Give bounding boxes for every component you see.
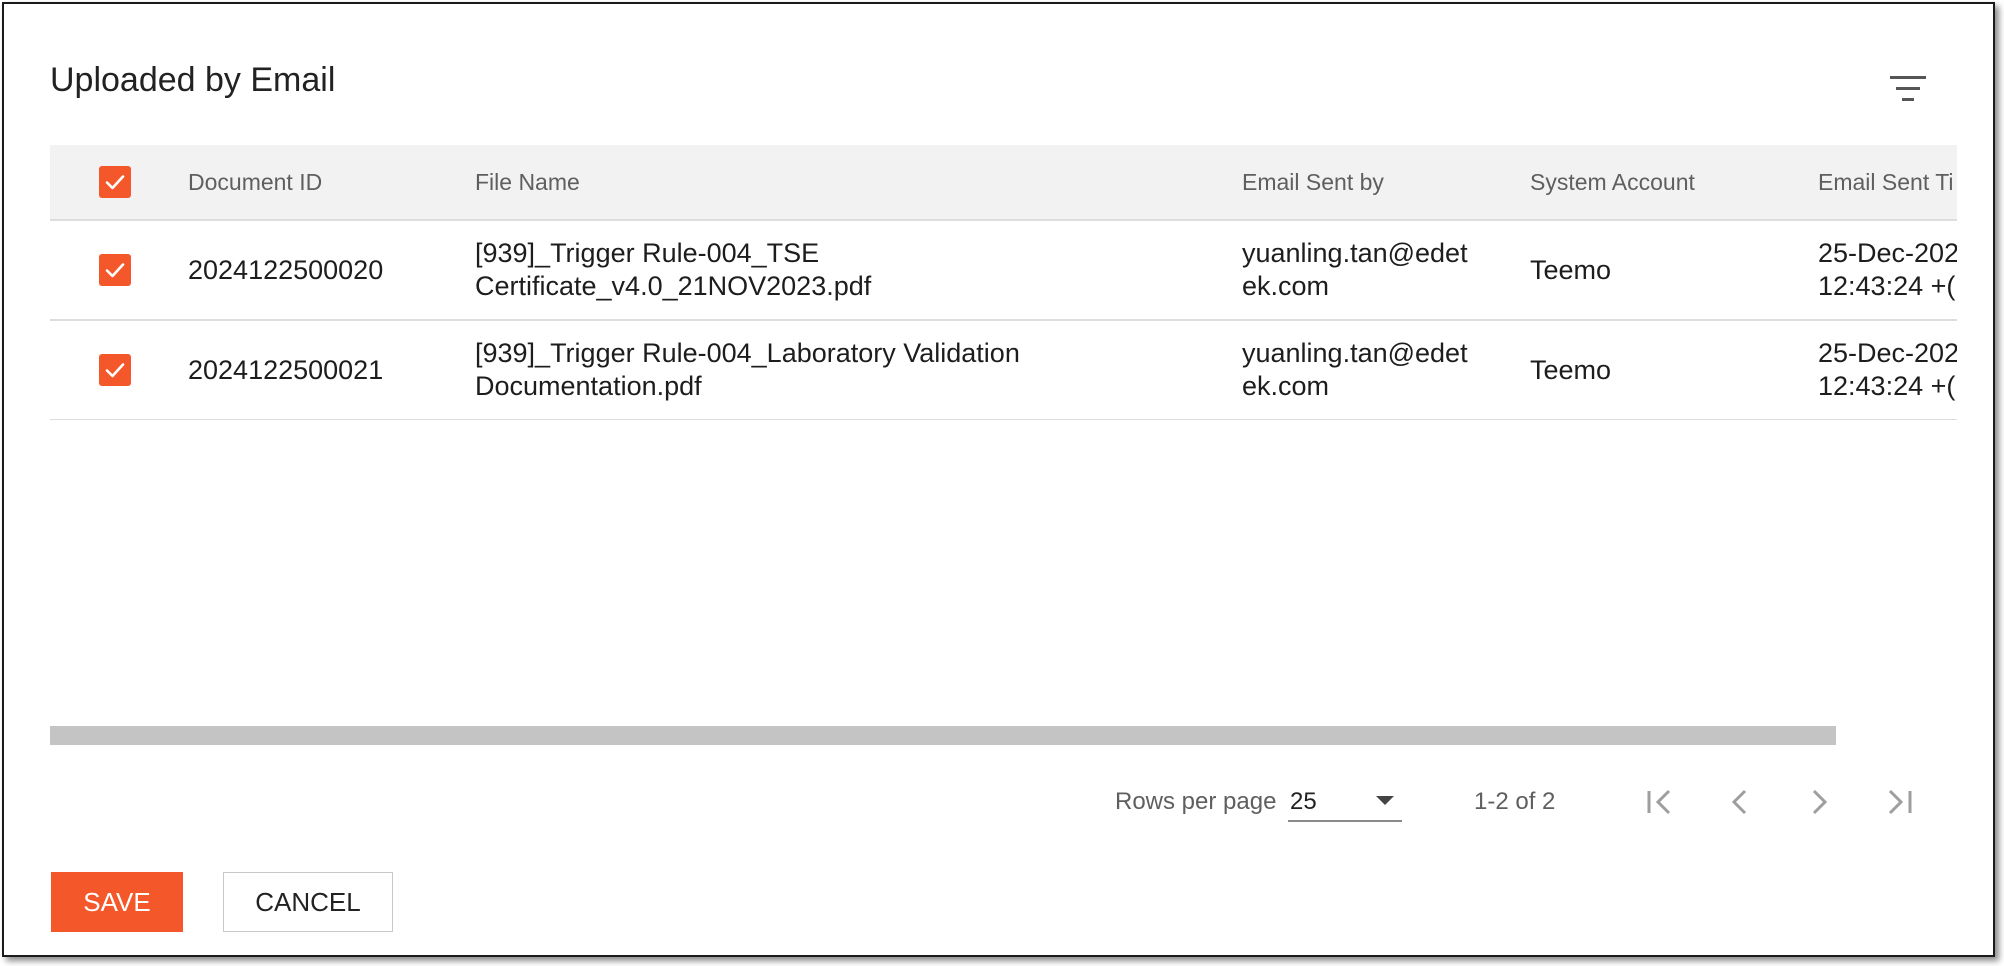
row-checkbox[interactable] [99, 354, 131, 386]
last-page-icon [1888, 789, 1912, 815]
file-name-text: [939]_Trigger Rule-004_TSE Certificate_v… [475, 238, 872, 301]
rows-per-page-label: Rows per page [1115, 788, 1277, 815]
first-page-button[interactable] [1642, 784, 1678, 820]
column-header-document-id[interactable]: Document ID [188, 145, 468, 219]
rows-per-page-value: 25 [1290, 788, 1317, 815]
chevron-right-icon [1812, 789, 1828, 815]
last-page-button[interactable] [1881, 784, 1917, 820]
email-sent-by-cell: yuanling.tan@edetek.com [1242, 338, 1468, 401]
previous-page-button[interactable] [1722, 784, 1758, 820]
save-button[interactable]: SAVE [51, 872, 183, 932]
table-header-row: Document ID File Name Email Sent by Syst… [50, 145, 1957, 221]
system-account-cell: Teemo [1530, 254, 1612, 285]
documents-table: Document ID File Name Email Sent by Syst… [50, 145, 1957, 420]
email-sent-time-cell: 25-Dec-202 12:43:24 +( [1818, 338, 1957, 401]
document-id-cell: 2024122500021 [188, 354, 384, 385]
pagination-bar: Rows per page 25 1-2 of 2 [4, 774, 1993, 830]
check-icon [105, 363, 125, 378]
select-all-checkbox[interactable] [99, 166, 131, 198]
dialog-title: Uploaded by Email [50, 61, 336, 99]
file-name-text: [939]_Trigger Rule-004_Laboratory Valida… [475, 338, 1020, 401]
chevron-left-icon [1731, 789, 1747, 815]
email-sent-time-cell: 25-Dec-202 12:43:24 +( [1818, 238, 1957, 301]
table-row[interactable]: 2024122500020 [939]_Trigger Rule-004_TSE… [50, 221, 1957, 321]
uploaded-by-email-dialog: Uploaded by Email Document ID File Name … [2, 2, 1995, 957]
check-icon [105, 263, 125, 278]
email-sent-by-cell: yuanling.tan@edetek.com [1242, 238, 1468, 301]
row-checkbox[interactable] [99, 254, 131, 286]
system-account-cell: Teemo [1530, 354, 1612, 385]
rows-per-page-select[interactable]: 25 [1288, 780, 1402, 822]
file-name-cell: [939]_Trigger Rule-004_Laboratory Valida… [475, 321, 1215, 419]
cancel-button[interactable]: CANCEL [223, 872, 393, 932]
filter-button[interactable] [1884, 70, 1932, 114]
column-header-system-account[interactable]: System Account [1530, 145, 1770, 219]
column-header-email-sent-by[interactable]: Email Sent by [1242, 145, 1482, 219]
file-name-cell: [939]_Trigger Rule-004_TSE Certificate_v… [475, 221, 1215, 319]
document-id-cell: 2024122500020 [188, 254, 384, 285]
column-header-email-sent-time[interactable]: Email Sent Ti [1818, 145, 1957, 219]
horizontal-scrollbar[interactable] [50, 726, 1836, 745]
check-icon [105, 175, 125, 190]
filter-icon [1890, 76, 1926, 101]
column-header-file-name[interactable]: File Name [475, 145, 1215, 219]
next-page-button[interactable] [1801, 784, 1837, 820]
pagination-range: 1-2 of 2 [1474, 788, 1556, 815]
first-page-icon [1647, 789, 1671, 815]
dropdown-arrow-icon [1376, 796, 1394, 805]
table-row[interactable]: 2024122500021 [939]_Trigger Rule-004_Lab… [50, 321, 1957, 420]
